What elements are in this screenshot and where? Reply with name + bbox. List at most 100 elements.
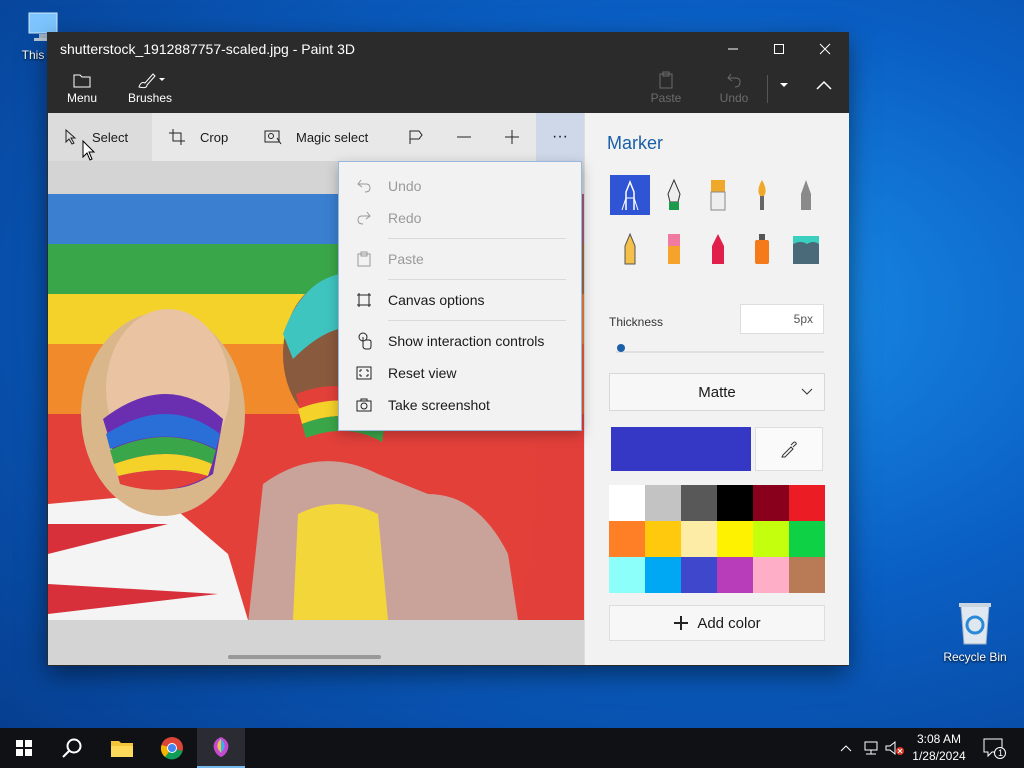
magic-select-tool[interactable]: Magic select	[264, 113, 388, 161]
more-options-button[interactable]: ···	[536, 113, 584, 161]
crop-tool[interactable]: Crop	[168, 113, 248, 161]
palette-swatch[interactable]	[609, 521, 645, 557]
add-color-button[interactable]: Add color	[609, 605, 825, 641]
select-arrow-icon	[65, 129, 77, 145]
camera-icon	[355, 396, 373, 414]
palette-swatch[interactable]	[717, 521, 753, 557]
brush-marker[interactable]	[610, 175, 650, 215]
palette-swatch[interactable]	[789, 521, 825, 557]
clock-time: 3:08 AM	[916, 732, 962, 746]
select-tool[interactable]: Select	[48, 113, 152, 161]
menu-item-undo[interactable]: Undo	[339, 170, 581, 202]
eyedropper-button[interactable]	[755, 427, 823, 471]
chrome-icon	[160, 737, 183, 760]
eyedropper-icon	[781, 441, 797, 458]
brush-pixel-pen[interactable]	[786, 175, 826, 215]
zoom-in-button[interactable]	[496, 113, 528, 161]
paste-button[interactable]: Paste	[646, 69, 686, 105]
magic-select-label: Magic select	[296, 129, 369, 145]
add-color-label: Add color	[697, 614, 761, 632]
brush-calligraphy-pen[interactable]	[654, 175, 694, 215]
minimize-button[interactable]	[710, 33, 756, 65]
ribbon: Menu Brushes Paste Undo	[48, 65, 848, 113]
horizontal-scrollbar[interactable]	[228, 655, 381, 659]
palette-swatch[interactable]	[789, 557, 825, 593]
brush-oil[interactable]	[698, 175, 738, 215]
menu-separator	[388, 320, 566, 321]
palette-swatch[interactable]	[681, 521, 717, 557]
oil-brush-icon	[710, 180, 726, 211]
crop-label: Crop	[200, 129, 229, 145]
finish-value: Matte	[698, 383, 736, 401]
thickness-slider-thumb[interactable]	[617, 344, 625, 352]
finish-dropdown[interactable]: Matte	[609, 373, 825, 411]
tool-toolbar: Select Crop Magic select ···	[48, 113, 584, 161]
palette-swatch[interactable]	[609, 557, 645, 593]
select-label: Select	[92, 129, 129, 145]
palette-swatch[interactable]	[645, 485, 681, 521]
menu-item-redo[interactable]: Redo	[339, 202, 581, 234]
brush-icon	[126, 69, 174, 91]
zoom-out-button[interactable]	[448, 113, 480, 161]
palette-swatch[interactable]	[717, 557, 753, 593]
ribbon-divider	[767, 75, 768, 103]
menu-item-reset-view[interactable]: Reset view	[339, 357, 581, 389]
title-bar[interactable]: shutterstock_1912887757-scaled.jpg - Pai…	[48, 33, 848, 65]
paint3d-icon	[213, 737, 229, 757]
crop-icon	[169, 129, 185, 145]
close-button[interactable]	[802, 33, 848, 65]
clock[interactable]: 3:08 AM 1/28/2024	[904, 731, 974, 765]
palette-swatch[interactable]	[753, 557, 789, 593]
brush-crayon[interactable]	[698, 229, 738, 269]
file-explorer-button[interactable]	[98, 728, 146, 768]
recycle-bin[interactable]: Recycle Bin	[938, 600, 1012, 664]
brushes-button[interactable]: Brushes	[126, 69, 174, 105]
palette-swatch[interactable]	[681, 485, 717, 521]
menu-item-label: Show interaction controls	[388, 333, 545, 349]
start-button[interactable]	[0, 728, 48, 768]
menu-item-show-interaction-controls[interactable]: Show interaction controls	[339, 325, 581, 357]
calligraphy-pen-icon	[667, 178, 681, 210]
palette-swatch[interactable]	[681, 557, 717, 593]
palette-swatch[interactable]	[753, 521, 789, 557]
search-button[interactable]	[48, 728, 96, 768]
menu-label: Menu	[66, 91, 98, 105]
collapse-ribbon-button[interactable]	[812, 79, 836, 94]
folder-icon	[111, 741, 133, 757]
palette-swatch[interactable]	[645, 521, 681, 557]
palette-swatch[interactable]	[609, 485, 645, 521]
brush-pencil[interactable]	[610, 229, 650, 269]
panel-title: Marker	[607, 133, 664, 153]
current-color-swatch[interactable]	[611, 427, 751, 471]
thickness-value: 5px	[793, 312, 813, 326]
chrome-button[interactable]	[148, 728, 196, 768]
brushes-label: Brushes	[127, 91, 173, 105]
palette-swatch[interactable]	[717, 485, 753, 521]
paint3d-taskbar-button[interactable]	[197, 728, 245, 768]
thickness-input[interactable]: 5px	[740, 304, 824, 334]
palette-swatch[interactable]	[789, 485, 825, 521]
brush-eraser[interactable]	[654, 229, 694, 269]
menu-item-take-screenshot[interactable]: Take screenshot	[339, 389, 581, 421]
undo-label: Undo	[719, 91, 749, 105]
palette-swatch[interactable]	[645, 557, 681, 593]
palette-swatch[interactable]	[753, 485, 789, 521]
thickness-slider[interactable]	[616, 351, 824, 353]
brush-watercolor[interactable]	[742, 175, 782, 215]
menu-item-paste[interactable]: Paste	[339, 243, 581, 275]
volume-button[interactable]	[884, 728, 906, 768]
undo-button[interactable]: Undo	[714, 69, 754, 105]
reset-view-icon	[355, 364, 373, 382]
action-center-button[interactable]: 1	[978, 728, 1010, 768]
brush-fill[interactable]	[786, 229, 826, 269]
history-dropdown-button[interactable]	[774, 79, 794, 93]
flag-tool[interactable]	[400, 113, 432, 161]
thickness-label: Thickness	[609, 315, 664, 329]
network-button[interactable]	[860, 728, 882, 768]
brush-spray-can[interactable]	[742, 229, 782, 269]
minus-icon	[457, 136, 471, 138]
menu-button[interactable]: Menu	[62, 69, 102, 105]
show-hidden-icons-button[interactable]	[836, 728, 856, 768]
maximize-button[interactable]	[756, 33, 802, 65]
menu-item-canvas-options[interactable]: Canvas options	[339, 284, 581, 316]
